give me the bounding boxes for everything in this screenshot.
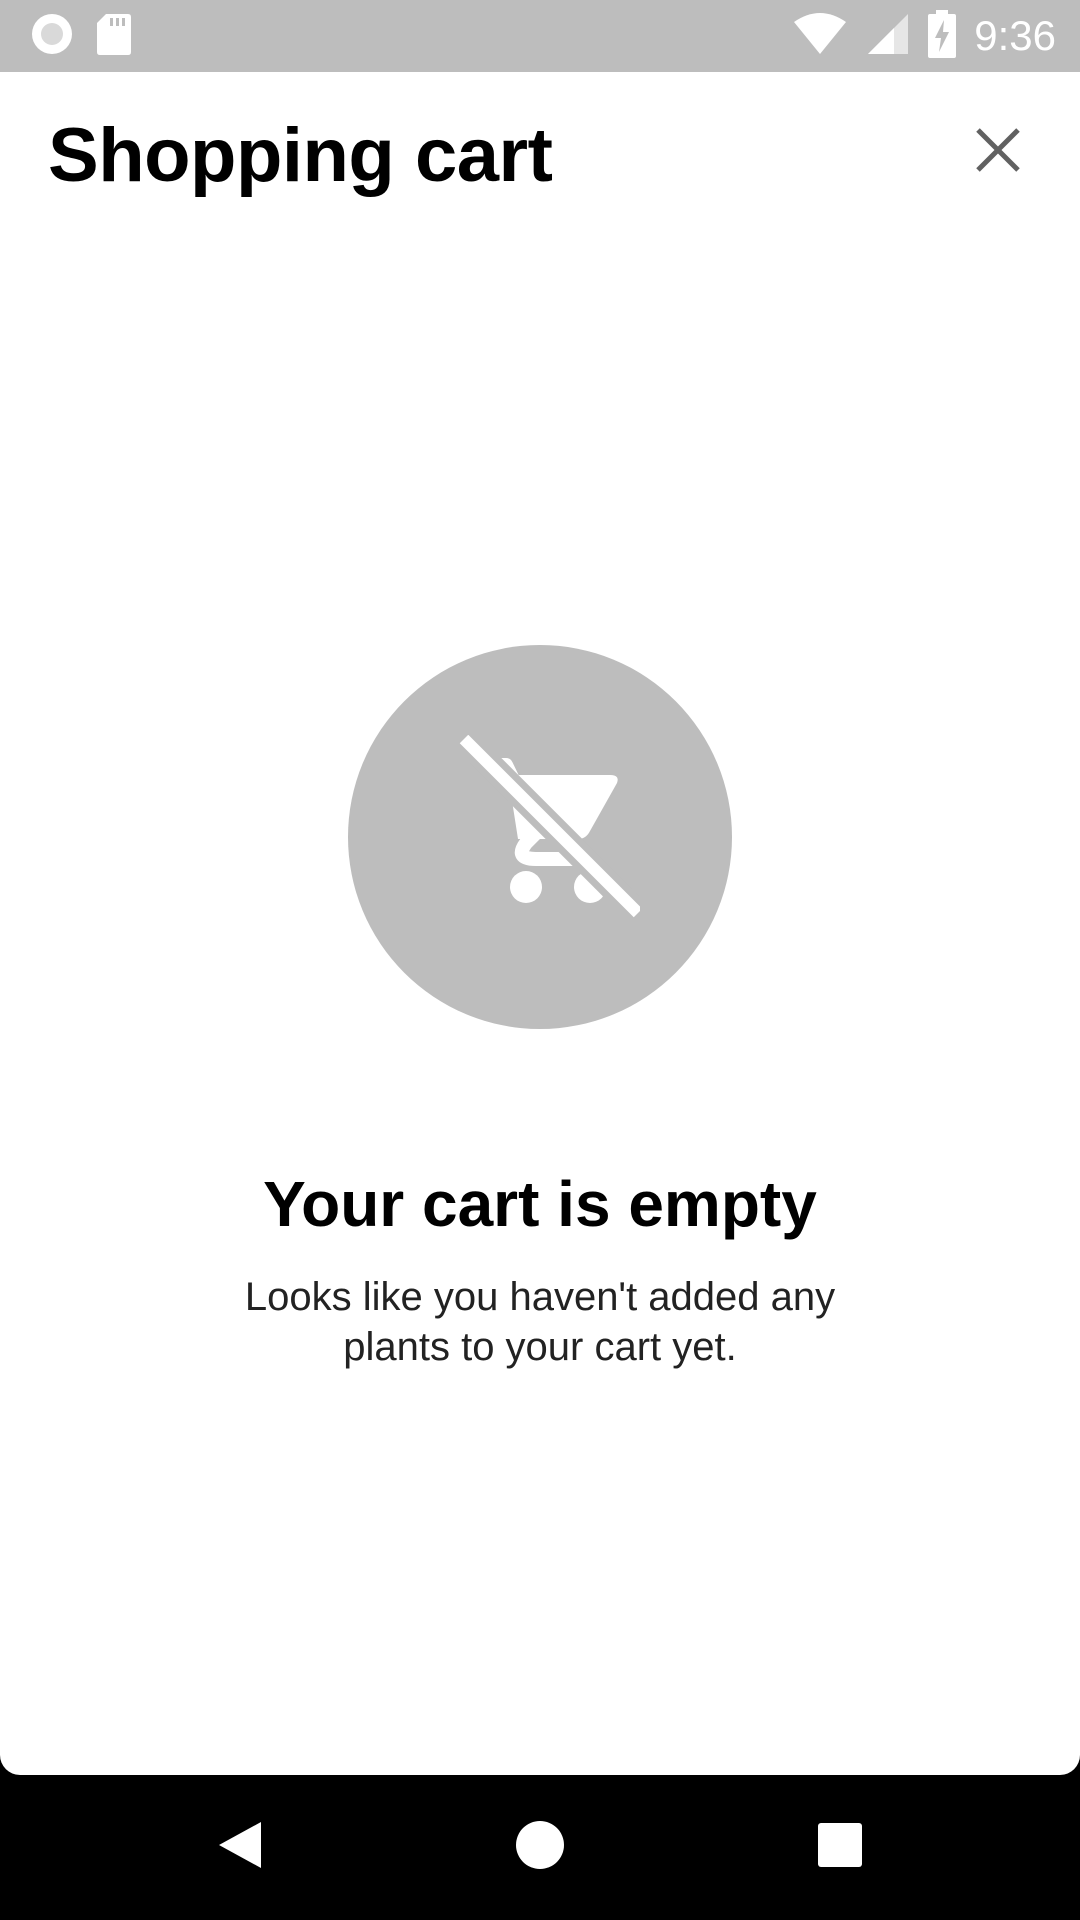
recents-icon	[817, 1822, 863, 1873]
record-icon	[30, 12, 74, 61]
status-time: 9:36	[974, 12, 1056, 59]
recents-button[interactable]	[790, 1797, 890, 1897]
cellular-signal-icon	[866, 12, 910, 61]
sd-card-icon	[96, 12, 132, 61]
back-button[interactable]	[190, 1797, 290, 1897]
home-button[interactable]	[490, 1797, 590, 1897]
navigation-bar	[0, 1775, 1080, 1920]
status-bar: 9:36	[0, 0, 1080, 72]
home-icon	[515, 1820, 565, 1875]
battery-charging-icon	[928, 9, 957, 63]
close-icon	[974, 126, 1022, 179]
remove-shopping-cart-icon	[440, 734, 650, 940]
empty-cart-description: Looks like you haven't added any plants …	[244, 1275, 836, 1369]
page-title: Shopping cart	[48, 113, 553, 198]
empty-cart-illustration	[348, 645, 732, 1029]
shopping-cart-sheet: Shopping cart Your cart is empty Looks l…	[0, 72, 1080, 1775]
back-icon	[215, 1820, 265, 1875]
wifi-icon	[792, 12, 848, 61]
close-button[interactable]	[960, 114, 1036, 190]
empty-cart-title: Your cart is empty	[263, 1168, 817, 1240]
